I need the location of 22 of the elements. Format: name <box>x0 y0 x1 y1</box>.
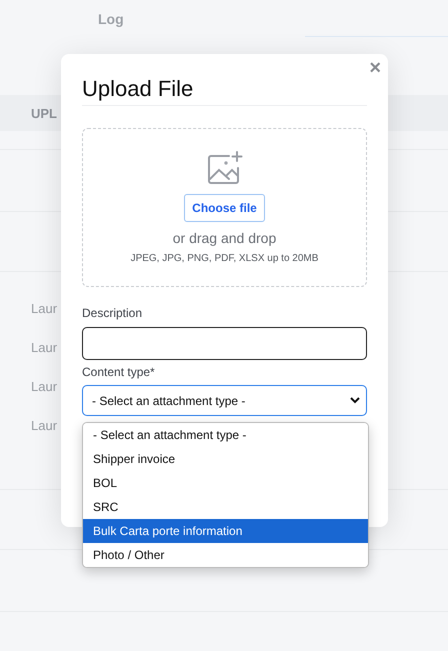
field-label: Content type* <box>82 365 156 379</box>
dropdown-option[interactable]: Bulk Carta porte information <box>83 519 368 543</box>
choose-file-button[interactable]: Choose file <box>184 194 265 222</box>
field-label: Description <box>82 306 144 320</box>
drop-zone[interactable]: Choose file or drag and drop JPEG, JPG, PNG, PDF, XLSX up to 20MB <box>82 128 367 287</box>
drag-hint: or drag and drop <box>172 230 276 246</box>
table-cell: Laur <box>31 301 58 316</box>
dropdown-option[interactable]: - Select an attachment type - <box>83 423 368 447</box>
dropdown-option[interactable]: Photo / Other <box>83 543 368 567</box>
dropdown-option[interactable]: Shipper invoice <box>83 447 368 471</box>
dropdown-option[interactable]: SRC <box>83 495 368 519</box>
table-cell: Laur <box>31 379 58 394</box>
dropdown-option[interactable]: BOL <box>83 471 368 495</box>
description-field[interactable] <box>82 327 367 360</box>
image-add-icon <box>206 151 242 185</box>
table-cell: Laur <box>31 340 58 355</box>
format-hint: JPEG, JPG, PNG, PDF, XLSX up to 20MB <box>130 253 318 264</box>
content-type-select[interactable]: - Select an attachment type - <box>82 385 367 416</box>
chevron-down-icon <box>350 397 360 404</box>
table-cell: Laur <box>31 418 58 433</box>
dialog-title: Upload File <box>82 76 367 106</box>
column-header: UPL <box>31 106 57 120</box>
